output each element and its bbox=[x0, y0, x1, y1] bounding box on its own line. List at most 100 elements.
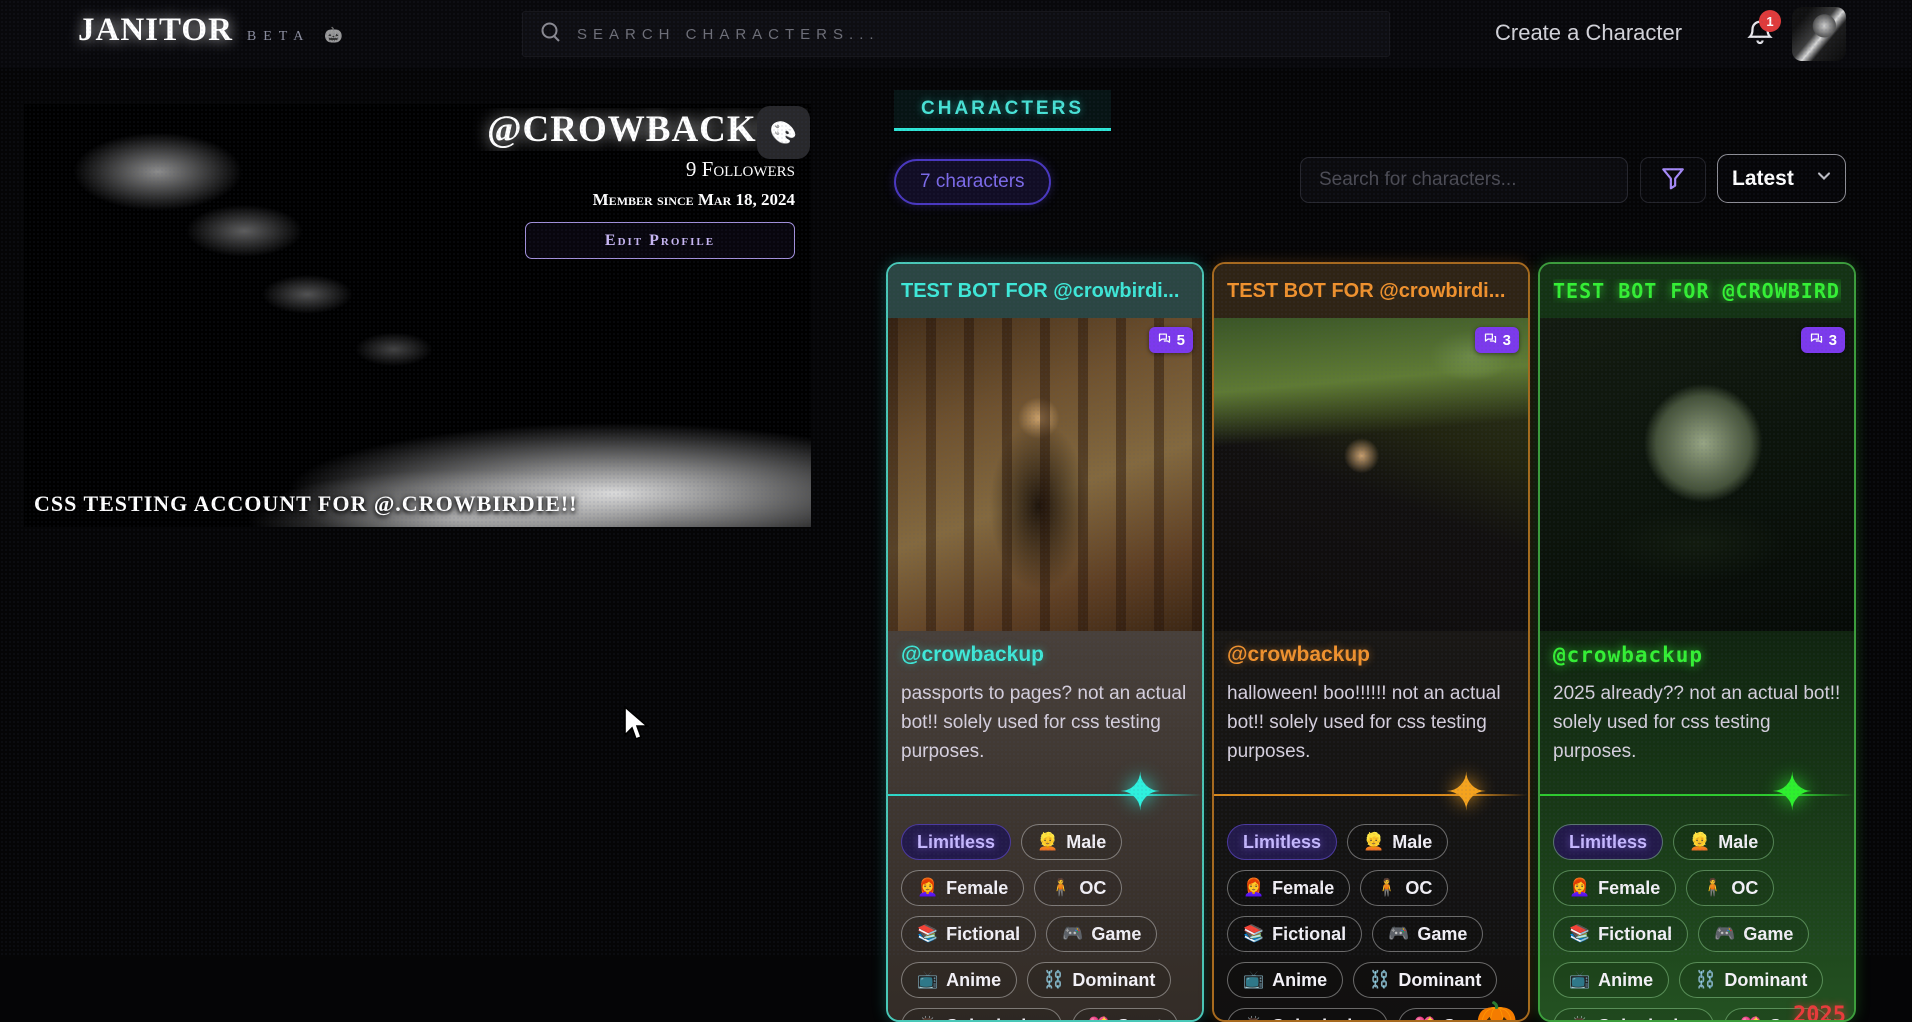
character-search-input[interactable] bbox=[1319, 169, 1609, 191]
card-divider: ✦ bbox=[888, 794, 1202, 796]
smut-emoji-icon: 💖 bbox=[1414, 1016, 1435, 1022]
chat-count-badge: 3 bbox=[1475, 327, 1519, 353]
tag-fictional[interactable]: 📚Fictional bbox=[901, 916, 1036, 952]
search-icon bbox=[539, 20, 563, 49]
card-image[interactable]: 3 bbox=[1540, 318, 1854, 631]
game-emoji-icon: 🎮 bbox=[1062, 924, 1083, 944]
male-emoji-icon: 👱 bbox=[1037, 832, 1058, 852]
character-card[interactable]: TEST BOT FOR @CROWBIRDIE... 3 @crowbacku… bbox=[1538, 262, 1856, 1022]
tag-female[interactable]: 👩‍🦰Female bbox=[1553, 870, 1676, 906]
logo-group[interactable]: JANITOR BETA 🎃 bbox=[78, 12, 343, 49]
tag-game[interactable]: 🎮Game bbox=[1698, 916, 1809, 952]
tag-male[interactable]: 👱Male bbox=[1347, 824, 1448, 860]
tag-limitless[interactable]: Limitless bbox=[1227, 824, 1337, 860]
character-count-badge: 7 characters bbox=[894, 159, 1051, 205]
tag-game[interactable]: 🎮Game bbox=[1046, 916, 1157, 952]
tag-submissive[interactable]: 🙇Submissive bbox=[1553, 1008, 1714, 1022]
edit-profile-button[interactable]: Edit Profile bbox=[525, 222, 795, 259]
user-avatar[interactable] bbox=[1792, 7, 1846, 61]
filter-button[interactable] bbox=[1640, 157, 1706, 203]
submissive-emoji-icon: 🙇 bbox=[1243, 1016, 1264, 1022]
tag-anime[interactable]: 📺Anime bbox=[1227, 962, 1343, 998]
oc-emoji-icon: 🧍 bbox=[1376, 878, 1397, 898]
chat-count: 5 bbox=[1177, 332, 1185, 349]
anime-emoji-icon: 📺 bbox=[1569, 970, 1590, 990]
chat-icon bbox=[1157, 331, 1172, 350]
pumpkin-decoration-icon: 🎃 bbox=[1476, 1000, 1518, 1022]
card-image[interactable]: 3 bbox=[1214, 318, 1528, 631]
card-image[interactable]: 5 bbox=[888, 318, 1202, 631]
tag-female[interactable]: 👩‍🦰Female bbox=[901, 870, 1024, 906]
smut-emoji-icon: 💖 bbox=[1088, 1016, 1109, 1022]
tag-limitless[interactable]: Limitless bbox=[901, 824, 1011, 860]
tag-anime[interactable]: 📺Anime bbox=[901, 962, 1017, 998]
pumpkin-icon: 🎃 bbox=[324, 26, 343, 44]
submissive-emoji-icon: 🙇 bbox=[917, 1016, 938, 1022]
anime-emoji-icon: 📺 bbox=[1243, 970, 1264, 990]
female-emoji-icon: 👩‍🦰 bbox=[917, 878, 938, 898]
sparkle-icon: ✦ bbox=[1770, 767, 1814, 819]
card-title: TEST BOT FOR @crowbirdi... bbox=[1227, 280, 1515, 303]
notifications-button[interactable]: 1 bbox=[1745, 18, 1779, 52]
card-header: TEST BOT FOR @crowbirdi... bbox=[888, 264, 1202, 318]
create-character-link[interactable]: Create a Character bbox=[1495, 20, 1682, 46]
submissive-emoji-icon: 🙇 bbox=[1569, 1016, 1590, 1022]
oc-emoji-icon: 🧍 bbox=[1050, 878, 1071, 898]
year-decoration: 2025 bbox=[1793, 1003, 1846, 1022]
character-card[interactable]: TEST BOT FOR @crowbirdi... 5 @crowbackup… bbox=[886, 262, 1204, 1022]
tag-submissive[interactable]: 🙇Submissive bbox=[901, 1008, 1062, 1022]
tag-smut[interactable]: 💖Smut bbox=[1072, 1008, 1178, 1022]
tag-anime[interactable]: 📺Anime bbox=[1553, 962, 1669, 998]
card-divider: ✦ bbox=[1540, 794, 1854, 796]
card-header: TEST BOT FOR @crowbirdi... bbox=[1214, 264, 1528, 318]
tab-characters[interactable]: CHARACTERS bbox=[894, 90, 1111, 131]
tag-dominant[interactable]: ⛓️Dominant bbox=[1353, 962, 1497, 998]
global-search-input[interactable] bbox=[577, 26, 1373, 43]
tag-oc[interactable]: 🧍OC bbox=[1686, 870, 1774, 906]
chat-count: 3 bbox=[1503, 332, 1511, 349]
dominant-emoji-icon: ⛓️ bbox=[1043, 970, 1064, 990]
card-title: TEST BOT FOR @CROWBIRDIE... bbox=[1553, 279, 1841, 303]
female-emoji-icon: 👩‍🦰 bbox=[1569, 878, 1590, 898]
sort-dropdown[interactable]: Latest bbox=[1717, 154, 1846, 203]
app-logo[interactable]: JANITOR bbox=[78, 12, 233, 49]
tag-dominant[interactable]: ⛓️Dominant bbox=[1679, 962, 1823, 998]
global-search-bar[interactable] bbox=[522, 11, 1390, 57]
bell-icon bbox=[1745, 35, 1775, 52]
chat-count-badge: 3 bbox=[1801, 327, 1845, 353]
female-emoji-icon: 👩‍🦰 bbox=[1243, 878, 1264, 898]
profile-info: @CROWBACKUP 9 Followers Member since Mar… bbox=[430, 108, 808, 259]
tag-dominant[interactable]: ⛓️Dominant bbox=[1027, 962, 1171, 998]
card-author[interactable]: @crowbackup bbox=[901, 643, 1189, 667]
card-title: TEST BOT FOR @crowbirdi... bbox=[901, 280, 1189, 303]
follower-count: 9 Followers bbox=[430, 157, 808, 182]
tag-limitless[interactable]: Limitless bbox=[1553, 824, 1663, 860]
navbar: JANITOR BETA 🎃 Create a Character 1 bbox=[0, 0, 1912, 68]
character-search-bar[interactable] bbox=[1300, 157, 1628, 203]
anime-emoji-icon: 📺 bbox=[917, 970, 938, 990]
smut-emoji-icon: 💖 bbox=[1740, 1016, 1761, 1022]
tag-list: Limitless 👱Male 👩‍🦰Female 🧍OC 📚Fictional… bbox=[1227, 824, 1515, 1022]
tag-list: Limitless 👱Male 👩‍🦰Female 🧍OC 📚Fictional… bbox=[901, 824, 1189, 1022]
tag-fictional[interactable]: 📚Fictional bbox=[1227, 916, 1362, 952]
tag-male[interactable]: 👱Male bbox=[1673, 824, 1774, 860]
tag-fictional[interactable]: 📚Fictional bbox=[1553, 916, 1688, 952]
tag-game[interactable]: 🎮Game bbox=[1372, 916, 1483, 952]
theme-palette-button[interactable]: 🎨 bbox=[757, 106, 810, 159]
character-card[interactable]: TEST BOT FOR @crowbirdi... 3 @crowbackup… bbox=[1212, 262, 1530, 1022]
card-author[interactable]: @crowbackup bbox=[1227, 643, 1515, 667]
tag-female[interactable]: 👩‍🦰Female bbox=[1227, 870, 1350, 906]
tag-male[interactable]: 👱Male bbox=[1021, 824, 1122, 860]
tag-submissive[interactable]: 🙇Submissive bbox=[1227, 1008, 1388, 1022]
fictional-emoji-icon: 📚 bbox=[1569, 924, 1590, 944]
card-author[interactable]: @crowbackup bbox=[1553, 643, 1841, 667]
tag-oc[interactable]: 🧍OC bbox=[1034, 870, 1122, 906]
game-emoji-icon: 🎮 bbox=[1388, 924, 1409, 944]
dominant-emoji-icon: ⛓️ bbox=[1369, 970, 1390, 990]
character-card-grid: TEST BOT FOR @crowbirdi... 5 @crowbackup… bbox=[886, 262, 1856, 1022]
tag-oc[interactable]: 🧍OC bbox=[1360, 870, 1448, 906]
chat-icon bbox=[1483, 331, 1498, 350]
profile-username: @CROWBACKUP bbox=[430, 108, 808, 151]
sparkle-icon: ✦ bbox=[1444, 767, 1488, 819]
palette-icon: 🎨 bbox=[770, 120, 797, 146]
